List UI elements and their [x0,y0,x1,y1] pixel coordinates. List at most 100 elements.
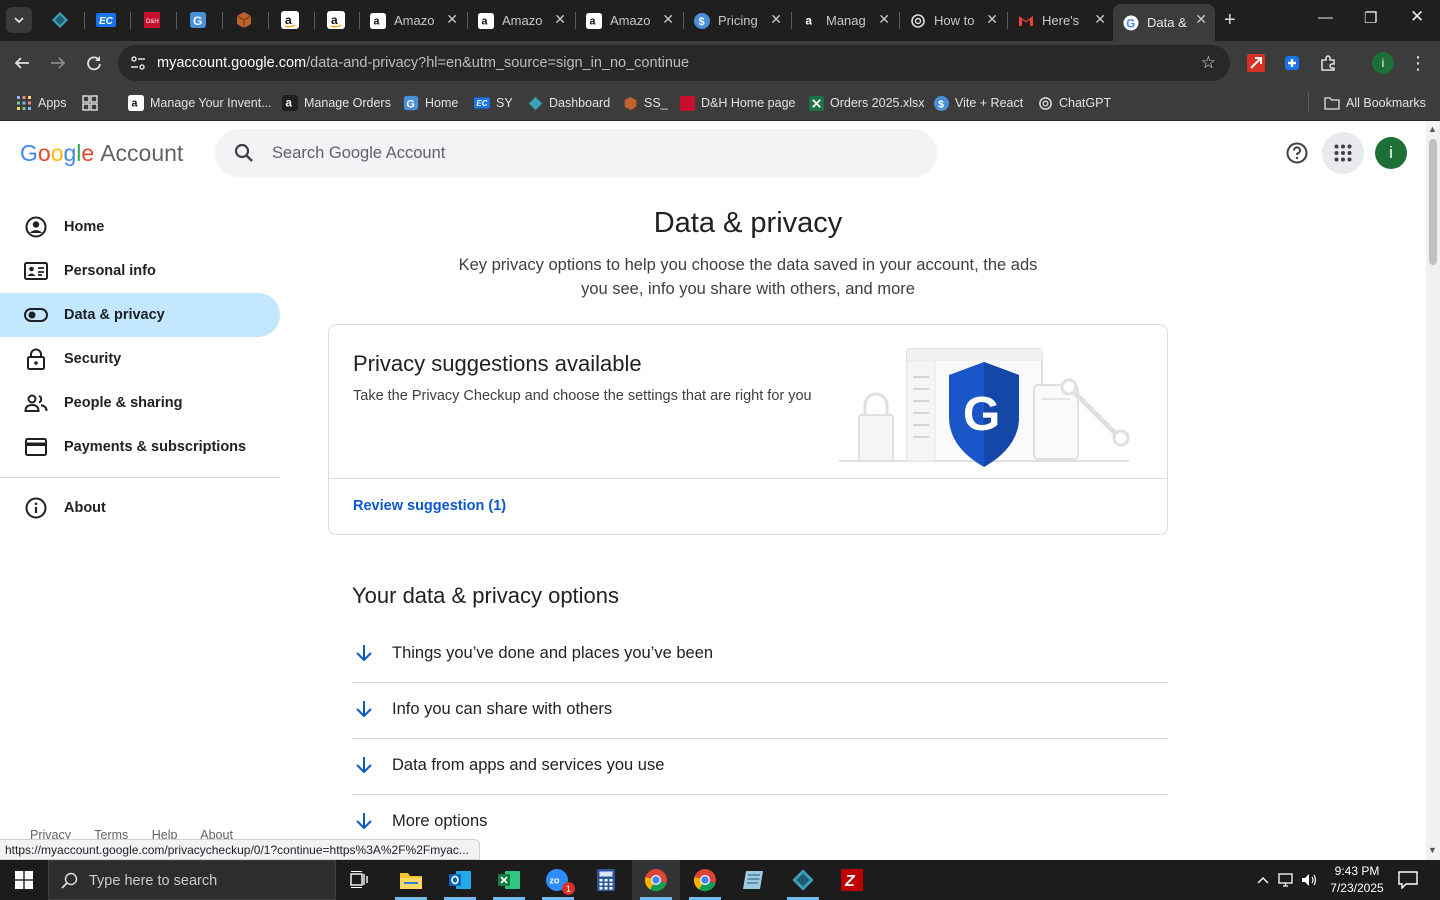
bookmark-dh-home[interactable]: D&H Home page [679,93,796,113]
task-view-button[interactable] [336,860,384,900]
tab-manage[interactable]: a Manag ✕ [792,4,898,37]
taskbar-diamond-app[interactable] [779,860,827,900]
bookmark-chatgpt[interactable]: ChatGPT [1037,93,1111,113]
tab-gmail[interactable]: Here's ✕ [1008,4,1114,37]
tab-how-to[interactable]: How to ✕ [900,4,1006,37]
bookmark-orders-xlsx[interactable]: Orders 2025.xlsx [808,93,924,113]
nav-item-about[interactable]: About [0,486,280,530]
url-text[interactable]: myaccount.google.com/data-and-privacy?hl… [157,55,689,71]
start-button[interactable] [0,860,48,900]
bookmark-star-icon[interactable]: ☆ [1201,53,1216,73]
scroll-thumb[interactable] [1429,139,1437,265]
review-suggestion-link[interactable]: Review suggestion (1) [353,498,506,514]
extensions-puzzle-icon[interactable] [1318,53,1338,73]
dh-logo-icon [679,95,695,111]
close-tab-icon[interactable]: ✕ [554,11,566,28]
pinned-tab-ec[interactable]: EC [94,8,118,32]
close-window-button[interactable]: ✕ [1410,7,1424,27]
tab-pricing[interactable]: $ Pricing ✕ [684,4,790,37]
bookmark-home[interactable]: G Home [403,93,458,113]
extension-red-arrow-icon[interactable] [1246,53,1266,73]
nav-item-personal-info[interactable]: Personal info [0,249,280,293]
logo-letter: G [20,140,38,166]
bookmark-manage-orders[interactable]: a Manage Orders [282,93,391,113]
bookmark-grid[interactable] [82,93,104,113]
page-scrollbar[interactable]: ▲ ▼ [1426,121,1440,860]
close-tab-icon[interactable]: ✕ [662,11,674,28]
pinned-tab-g-doc[interactable]: G [186,8,210,32]
close-tab-icon[interactable]: ✕ [446,11,458,28]
tab-amazon-2[interactable]: a Amazo ✕ [468,4,574,37]
bookmark-ss[interactable]: SS_ [622,93,668,113]
scroll-up-arrow[interactable]: ▲ [1428,124,1437,134]
tab-amazon-1[interactable]: a Amazo ✕ [360,4,466,37]
show-hidden-icons-button[interactable] [1254,871,1272,889]
taskbar-notes-app[interactable] [729,860,777,900]
taskbar-outlook[interactable] [436,860,484,900]
site-settings-icon[interactable] [130,55,146,71]
tab-search-button[interactable] [6,7,32,33]
reload-button[interactable] [82,51,106,75]
svg-text:Z: Z [844,873,856,890]
search-input[interactable] [272,141,892,165]
bookmark-sy[interactable]: EC SY [474,93,513,113]
volume-tray-icon[interactable] [1300,871,1318,889]
nav-item-data-privacy[interactable]: Data & privacy [0,293,280,337]
google-apps-button[interactable] [1322,132,1364,174]
profile-avatar[interactable]: i [1372,52,1394,74]
nav-item-security[interactable]: Security [0,337,280,381]
scroll-down-arrow[interactable]: ▼ [1428,845,1437,855]
tab-amazon-3[interactable]: a Amazo ✕ [576,4,682,37]
taskbar-excel[interactable] [485,860,533,900]
taskbar-chrome-active[interactable] [632,860,680,900]
pinned-tab-dh[interactable]: D&H [140,8,164,32]
close-tab-icon[interactable]: ✕ [1195,11,1207,28]
close-tab-icon[interactable]: ✕ [878,11,890,28]
option-activity-places[interactable]: Things you’ve done and places you’ve bee… [352,625,1168,681]
nav-item-people-sharing[interactable]: People & sharing [0,381,280,425]
pinned-tab-amazon-1[interactable]: a [278,8,302,32]
pinned-tab-amazon-2[interactable]: a [324,8,348,32]
browser-toolbar: myaccount.google.com/data-and-privacy?hl… [0,41,1440,85]
pinned-tab-box[interactable] [232,8,256,32]
close-tab-icon[interactable]: ✕ [986,11,998,28]
forward-button[interactable] [46,51,70,75]
close-tab-icon[interactable]: ✕ [770,11,782,28]
extension-blue-icon[interactable] [1282,53,1302,73]
pinned-tab-diamond[interactable] [48,8,72,32]
account-avatar[interactable]: i [1375,137,1407,169]
option-apps-data[interactable]: Data from apps and services you use [352,737,1168,793]
option-share-info[interactable]: Info you can share with others [352,681,1168,737]
bookmark-dashboard[interactable]: Dashboard [527,93,610,113]
google-account-logo[interactable]: Google Account [20,140,183,167]
chrome-menu-icon[interactable]: ⋮ [1408,53,1428,73]
minimize-button[interactable]: — [1318,9,1333,26]
taskbar-filezilla[interactable]: Z [828,860,876,900]
restore-button[interactable]: ❐ [1364,9,1377,27]
back-button[interactable] [10,51,34,75]
new-tab-button[interactable]: + [1224,9,1236,32]
taskbar-clock[interactable]: 9:43 PM 7/23/2025 [1322,863,1392,897]
bookmark-vite-react[interactable]: $ Vite + React [933,93,1023,113]
taskbar-search-box[interactable]: Type here to search [48,860,336,900]
bookmark-all-bookmarks[interactable]: All Bookmarks [1324,93,1426,113]
tab-title: Amazo [394,13,435,28]
taskbar-chrome-2[interactable] [681,860,729,900]
help-button[interactable] [1282,138,1312,168]
diamond-app-icon [527,95,543,111]
svg-text:a: a [331,13,338,27]
search-icon[interactable] [233,142,255,164]
bookmark-manage-inventory[interactable]: a Manage Your Invent... [128,93,272,113]
nav-item-home[interactable]: Home [0,205,280,249]
bookmark-apps[interactable]: Apps [16,93,67,113]
close-tab-icon[interactable]: ✕ [1094,11,1106,28]
nav-item-payments[interactable]: Payments & subscriptions [0,425,280,469]
action-center-button[interactable] [1398,871,1418,894]
taskbar-zoom[interactable]: zo 1 [534,860,582,900]
taskbar-file-explorer[interactable] [387,860,435,900]
tab-data-privacy[interactable]: G Data & ✕ [1113,4,1215,41]
address-bar[interactable]: myaccount.google.com/data-and-privacy?hl… [118,45,1230,81]
search-bar[interactable] [215,129,937,177]
network-tray-icon[interactable] [1278,871,1296,889]
taskbar-calculator[interactable] [582,860,630,900]
